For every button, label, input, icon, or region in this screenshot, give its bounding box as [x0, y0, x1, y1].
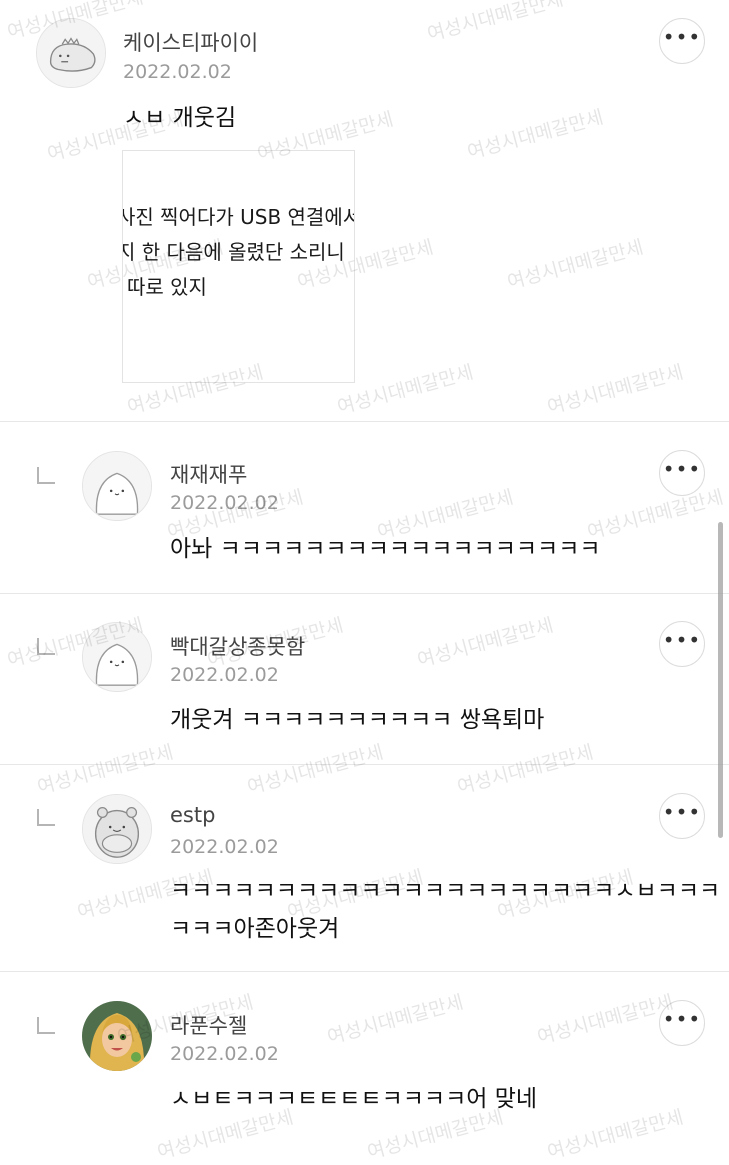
more-options-button[interactable]: •••: [659, 450, 705, 496]
divider: [0, 971, 729, 972]
comment-date: 2022.02.02: [170, 1043, 279, 1065]
dino-avatar-icon: [37, 19, 105, 87]
more-dots-icon: •••: [662, 25, 702, 49]
nickname[interactable]: 재재재푸: [170, 459, 247, 489]
avatar[interactable]: [36, 18, 106, 88]
attached-image[interactable]: 사진 찍어다가 USB 연결에서 지 한 다음에 올렸단 소리니 따로 있지: [122, 150, 355, 383]
comment-text: ㅅㅂㅌㅋㅋㅋㅌㅌㅌㅌㅋㅋㅋㅋ어 맞네: [170, 1086, 538, 1112]
more-options-button[interactable]: •••: [659, 793, 705, 839]
divider: [0, 593, 729, 594]
avatar[interactable]: [82, 622, 152, 692]
scrollbar[interactable]: [718, 522, 723, 838]
divider: [0, 764, 729, 765]
divider: [0, 421, 729, 422]
comment-text: ㅋㅋㅋ아존아웃겨: [170, 916, 340, 942]
more-dots-icon: •••: [662, 457, 702, 481]
watermark: 여성시대메갈만세: [544, 1106, 686, 1164]
comment-date: 2022.02.02: [170, 836, 279, 858]
watermark: 여성시대메갈만세: [534, 991, 676, 1049]
nickname[interactable]: estp: [170, 803, 215, 827]
more-options-button[interactable]: •••: [659, 621, 705, 667]
comment-date: 2022.02.02: [170, 664, 279, 686]
nickname[interactable]: 빡대갈상종못함: [170, 631, 305, 661]
reply-arrow-icon: [35, 1015, 57, 1037]
watermark: 여성시대메갈만세: [324, 991, 466, 1049]
watermark: 여성시대메갈만세: [34, 741, 176, 799]
watermark: 여성시대메갈만세: [464, 106, 606, 164]
comment-text: ㅅㅂ 개웃김: [123, 105, 237, 131]
watermark: 여성시대메갈만세: [424, 0, 566, 46]
avatar[interactable]: [82, 1001, 152, 1071]
avatar[interactable]: [82, 451, 152, 521]
comment-text: 아놔 ㅋㅋㅋㅋㅋㅋㅋㅋㅋㅋㅋㅋㅋㅋㅋㅋㅋㅋ: [170, 536, 601, 562]
image-text-line: 지 한 다음에 올렸단 소리니: [122, 240, 345, 264]
rapunzel-avatar-icon: [82, 1001, 152, 1071]
default-avatar-icon: [83, 452, 151, 520]
watermark: 여성시대메갈만세: [244, 741, 386, 799]
watermark: 여성시대메갈만세: [334, 361, 476, 419]
reply-arrow-icon: [35, 636, 57, 658]
comment-text: ㅋㅋㅋㅋㅋㅋㅋㅋㅋㅋㅋㅋㅋㅋㅋㅋㅋㅋㅋㅋㅋㅅㅂㅋㅋㅋ: [170, 878, 721, 904]
more-options-button[interactable]: •••: [659, 18, 705, 64]
more-dots-icon: •••: [662, 800, 702, 824]
avatar[interactable]: [82, 794, 152, 864]
reply-arrow-icon: [35, 807, 57, 829]
hippo-avatar-icon: [83, 795, 151, 863]
image-text-line: 사진 찍어다가 USB 연결에서: [122, 205, 355, 229]
reply-arrow-icon: [35, 465, 57, 487]
more-options-button[interactable]: •••: [659, 1000, 705, 1046]
image-text-line: 따로 있지: [127, 275, 207, 299]
watermark: 여성시대메갈만세: [504, 236, 646, 294]
more-dots-icon: •••: [662, 1007, 702, 1031]
more-dots-icon: •••: [662, 628, 702, 652]
watermark: 여성시대메갈만세: [544, 361, 686, 419]
watermark: 여성시대메갈만세: [414, 614, 556, 672]
comment-date: 2022.02.02: [123, 61, 232, 83]
nickname[interactable]: 케이스티파이이: [123, 27, 258, 57]
watermark: 여성시대메갈만세: [584, 486, 726, 544]
nickname[interactable]: 라푼수젤: [170, 1010, 247, 1040]
default-avatar-icon: [83, 623, 151, 691]
watermark: 여성시대메갈만세: [454, 741, 596, 799]
comment-text: 개웃겨 ㅋㅋㅋㅋㅋㅋㅋㅋㅋㅋ 쌍욕퇴마: [170, 707, 545, 733]
comment-date: 2022.02.02: [170, 492, 279, 514]
